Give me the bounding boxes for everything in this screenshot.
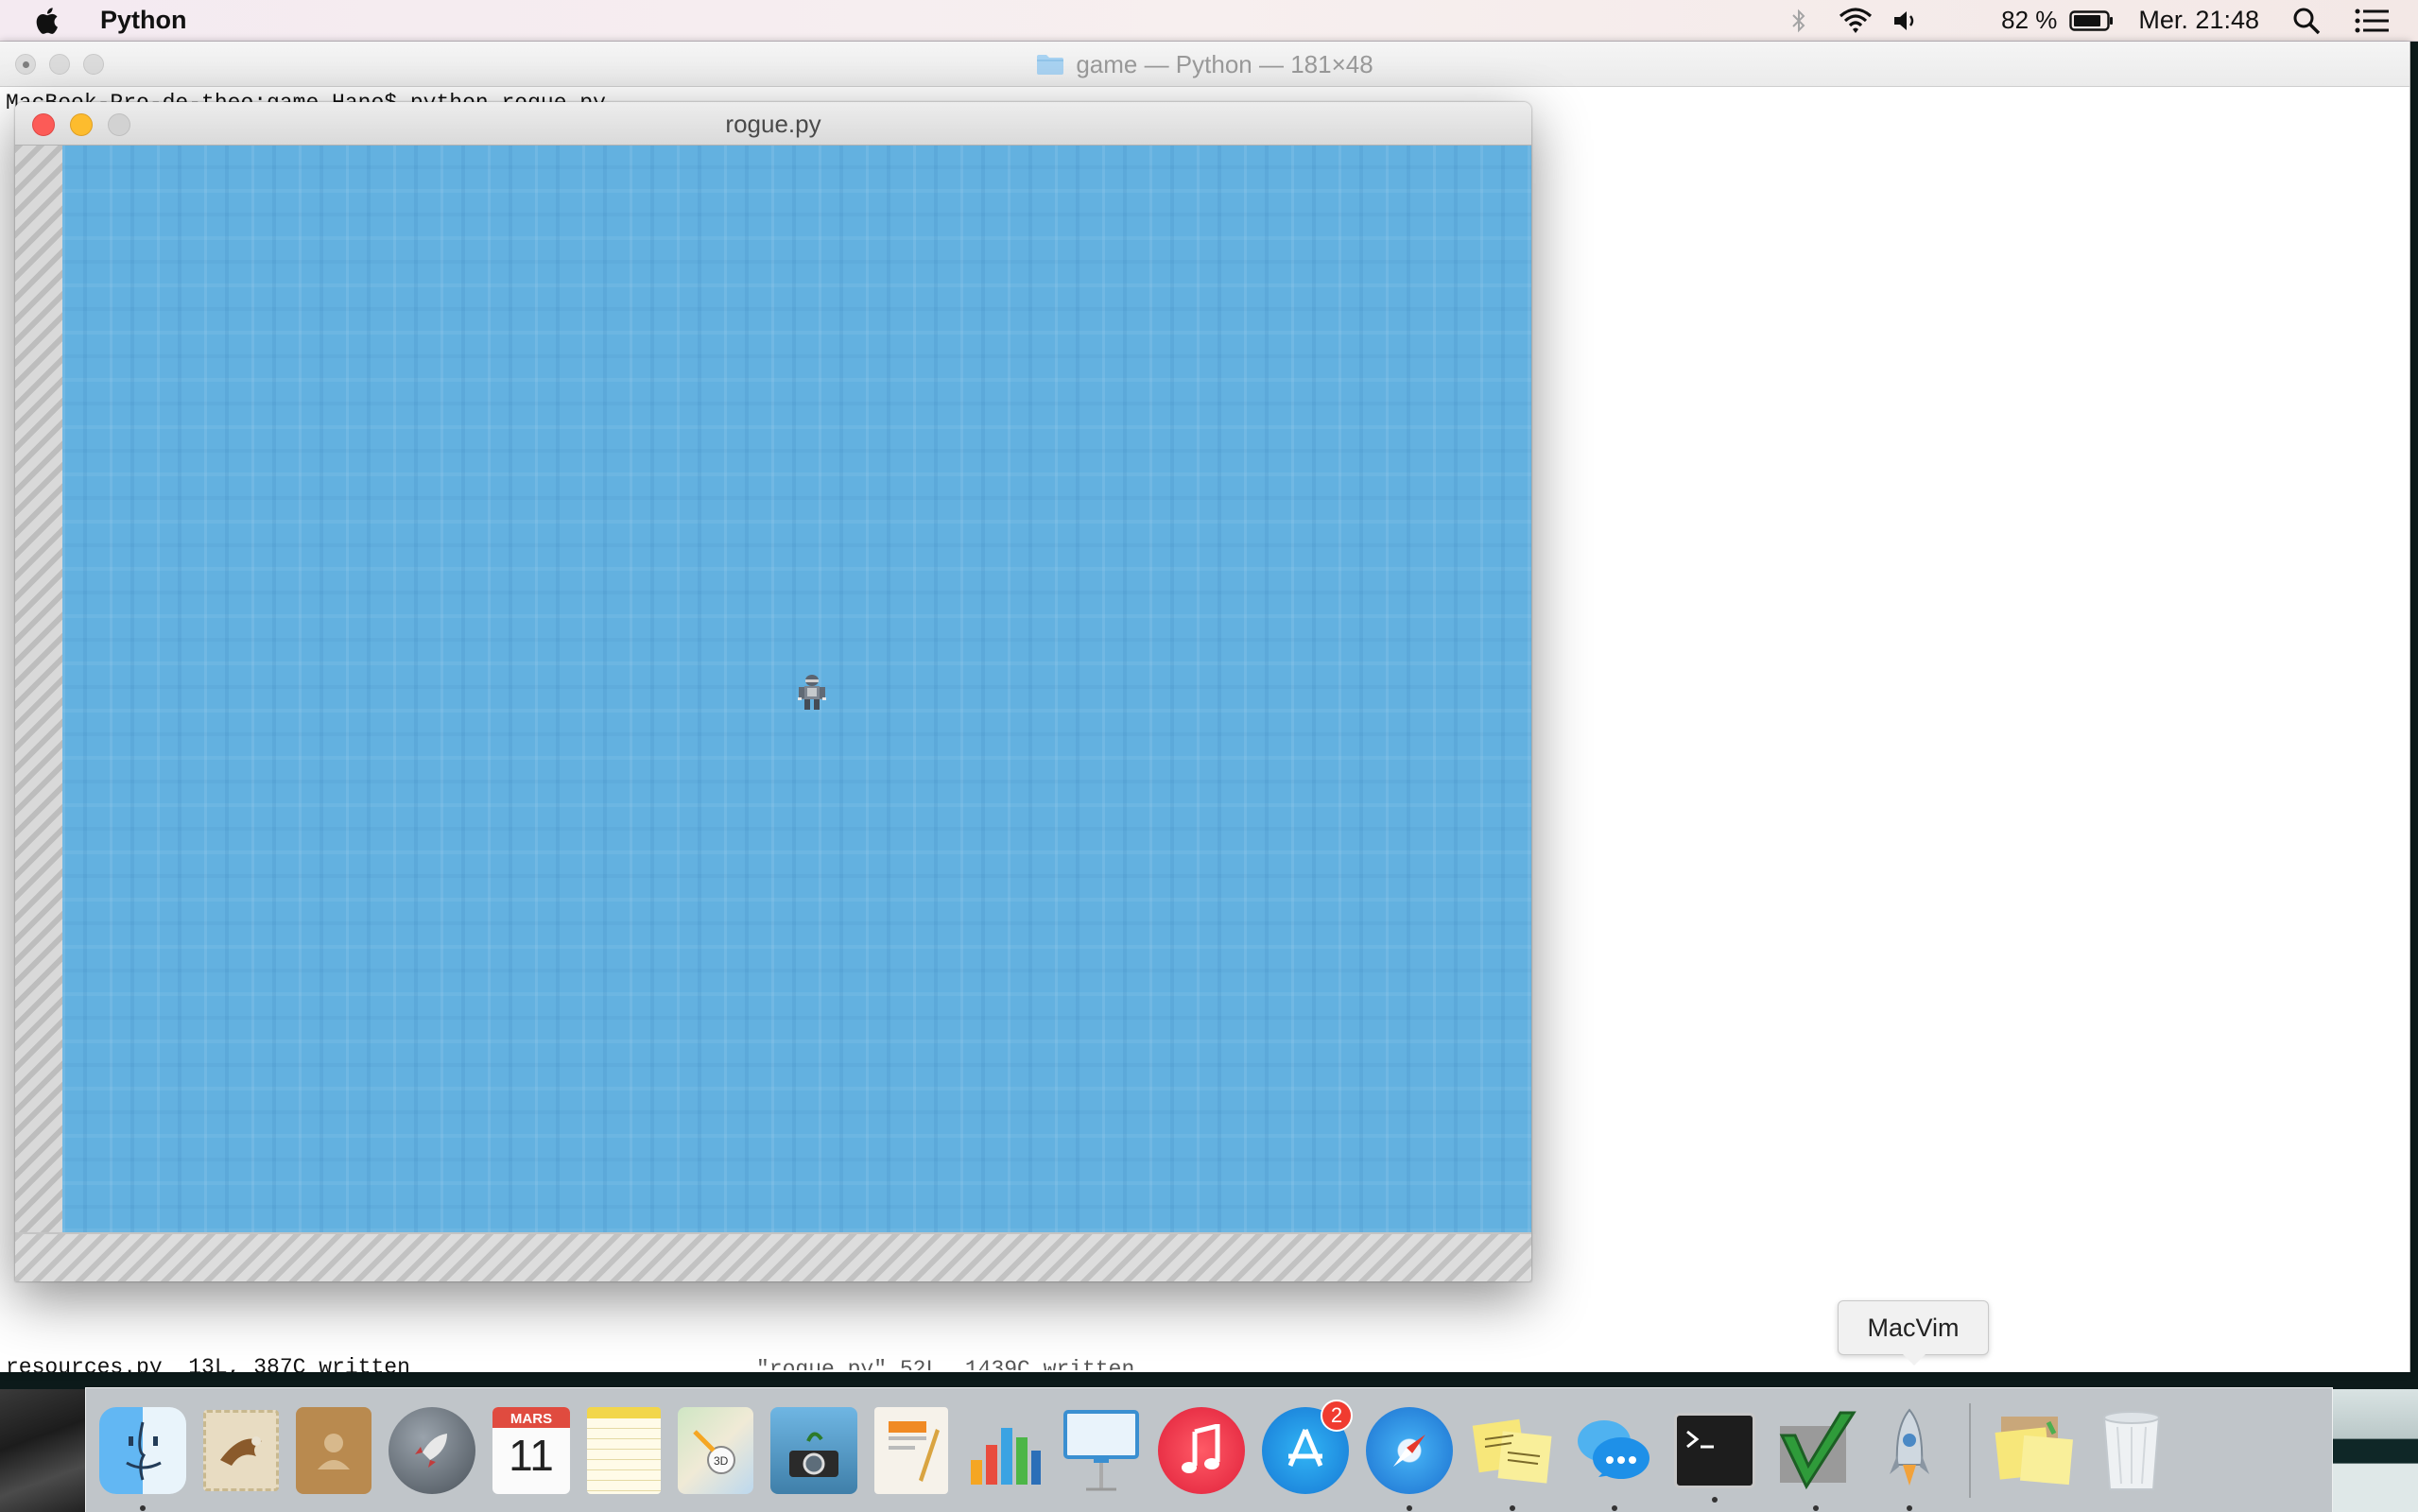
terminal-icon[interactable] [1674,1412,1755,1503]
desktop-wallpaper-right [2333,1389,2418,1512]
terminal-output-line: resources.py 13L, 387C written [6,1355,410,1372]
apple-menu-icon[interactable] [36,6,62,36]
rocket-icon[interactable] [1876,1407,1943,1511]
terminal-title-text: game — Python — 181×48 [1076,49,1373,78]
finder-icon[interactable] [99,1406,186,1511]
game-window[interactable]: rogue.py [15,102,1531,1281]
notification-center-icon[interactable] [2354,9,2390,33]
running-indicator [1612,1504,1617,1511]
spotlight-search-icon[interactable] [2291,7,2322,35]
bluetooth-icon[interactable] [1780,8,1818,34]
game-window-title: rogue.py [725,109,821,138]
stickies-icon[interactable] [1470,1407,1555,1511]
terminal-title: game — Python — 181×48 [0,42,2409,87]
stickies-doc-icon[interactable] [1992,1407,2077,1494]
pages-icon[interactable] [874,1406,948,1494]
messages-icon[interactable] [1572,1407,1657,1511]
volume-icon[interactable] [1890,8,1924,34]
safari-icon[interactable] [1366,1406,1453,1511]
running-indicator [140,1504,146,1511]
wall-tiles-left [15,146,62,1281]
terminal-output-line-right: "rogue.py" 52L, 1439C written [756,1357,1135,1370]
running-indicator [1510,1504,1515,1511]
running-indicator [1407,1504,1412,1511]
wall-tiles-bottom [15,1232,1531,1281]
photo-booth-icon[interactable] [770,1406,857,1494]
game-titlebar[interactable]: rogue.py [15,102,1531,146]
desktop-wallpaper-left [0,1389,85,1512]
water-tile-map[interactable] [62,146,1531,1232]
itunes-icon[interactable] [1158,1406,1245,1494]
contacts-icon[interactable] [296,1406,371,1494]
terminal-titlebar[interactable]: game — Python — 181×48 [0,42,2409,87]
maps-icon[interactable]: 3D [678,1406,753,1494]
running-indicator [1712,1496,1718,1503]
battery-percentage[interactable]: 82 % [2001,6,2057,35]
keyboard-input-flag-icon[interactable] [1948,9,1982,32]
folder-icon [1037,55,1064,75]
battery-icon[interactable] [2068,9,2116,32]
macvim-icon[interactable] [1772,1407,1859,1511]
player-sprite-icon [798,675,826,710]
launchpad-icon[interactable] [389,1406,475,1494]
mail-icon[interactable] [203,1409,279,1491]
running-indicator [1907,1504,1912,1511]
calendar-icon[interactable]: MARS 11 [492,1406,570,1494]
wifi-icon[interactable] [1835,7,1876,35]
trash-icon[interactable] [2094,1407,2169,1494]
svg-text:3D: 3D [714,1454,729,1468]
notes-icon[interactable] [587,1406,661,1494]
menu-bar: Python 82 % Mer. 21:48 [0,0,2418,42]
calendar-day: 11 [509,1430,554,1480]
app-store-update-badge: 2 [1321,1399,1353,1432]
dock-tooltip: MacVim [1838,1300,1989,1366]
menubar-clock[interactable]: Mer. 21:48 [2138,6,2259,35]
dock: MARS 11 3D 2 [85,1387,2333,1512]
dock-separator [1969,1402,1971,1498]
running-indicator [1813,1504,1819,1511]
numbers-icon[interactable] [965,1407,1045,1494]
calendar-month: MARS [510,1410,553,1427]
keynote-icon[interactable] [1062,1407,1141,1494]
active-app-name[interactable]: Python [100,6,187,35]
app-store-icon[interactable]: 2 [1262,1399,1353,1494]
